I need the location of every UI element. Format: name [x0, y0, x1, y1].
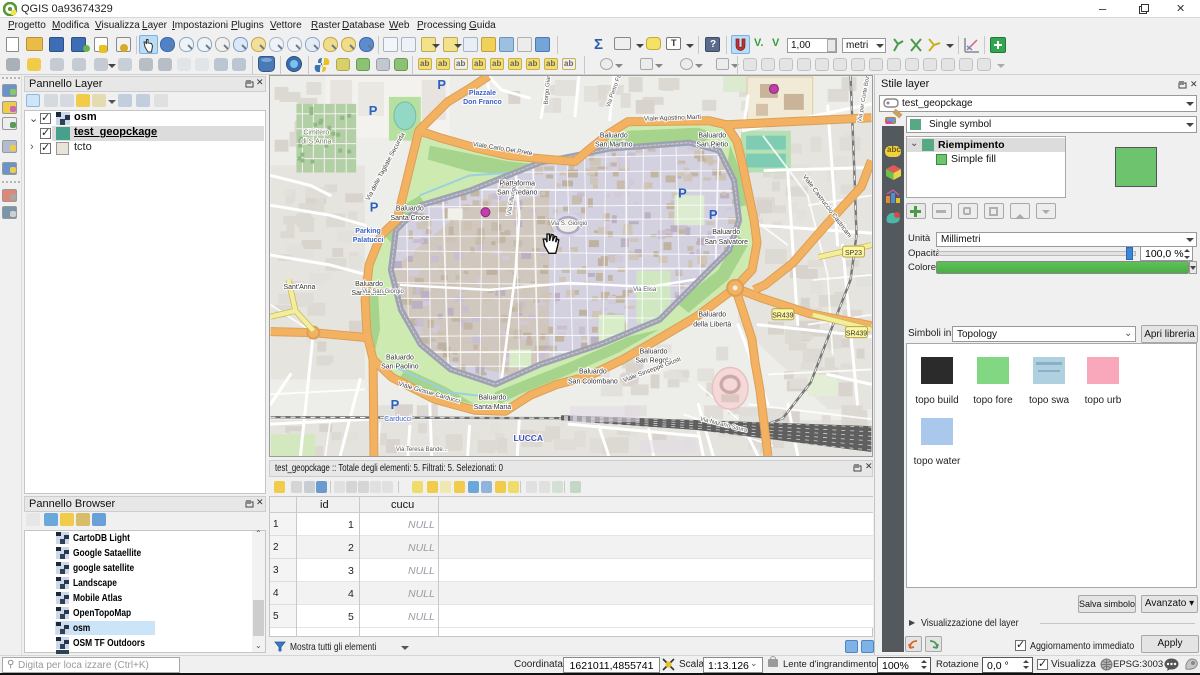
svg-text:San Salvatore: San Salvatore [704, 239, 748, 246]
svg-text:Baluardo: Baluardo [355, 281, 383, 288]
svg-text:Via Teresa Bande...: Via Teresa Bande... [396, 447, 448, 453]
svg-text:San Fredano: San Fredano [497, 189, 537, 196]
svg-text:Baluardo: Baluardo [698, 312, 726, 319]
svg-text:San Colombano: San Colombano [568, 378, 618, 385]
svg-text:LUCCA: LUCCA [513, 433, 543, 443]
svg-text:P: P [709, 207, 718, 222]
svg-text:Plazzale: Plazzale [469, 90, 496, 97]
svg-text:Baluardo: Baluardo [712, 229, 740, 236]
svg-text:Santa Maria: Santa Maria [474, 404, 512, 411]
svg-text:di S.Anna: di S.Anna [301, 139, 331, 146]
svg-text:Baluardo: Baluardo [579, 368, 607, 375]
svg-text:Don Franco: Don Franco [463, 99, 502, 106]
svg-text:Baluardo: Baluardo [396, 205, 424, 212]
svg-text:Parking: Parking [355, 228, 381, 235]
svg-text:Baluardo: Baluardo [386, 355, 414, 362]
svg-text:P: P [369, 103, 378, 118]
svg-text:SP23: SP23 [845, 250, 862, 257]
svg-text:San Martino: San Martino [595, 142, 633, 149]
svg-text:SR439: SR439 [846, 331, 867, 338]
svg-text:San Paolino: San Paolino [381, 363, 419, 370]
svg-text:P: P [437, 77, 446, 92]
svg-text:Baluardo: Baluardo [640, 349, 668, 356]
svg-text:San Pietio: San Pietio [696, 142, 728, 149]
svg-text:Palatucci: Palatucci [353, 237, 384, 244]
svg-text:Sant'Anna: Sant'Anna [283, 284, 315, 291]
svg-text:SR439: SR439 [772, 313, 793, 320]
svg-text:Via Elisa: Via Elisa [633, 287, 657, 293]
svg-text:Via S. Giorgio: Via S. Giorgio [551, 221, 588, 227]
svg-text:Santa Croce: Santa Croce [391, 215, 430, 222]
svg-text:della Libertà: della Libertà [693, 322, 731, 329]
svg-text:Cimitero: Cimitero [303, 130, 329, 137]
svg-text:P: P [391, 397, 400, 412]
svg-text:Baluardo: Baluardo [600, 133, 628, 140]
svg-text:P: P [678, 185, 687, 200]
svg-text:Via San Giorgio: Via San Giorgio [362, 289, 404, 295]
svg-text:Carducci: Carducci [384, 416, 412, 423]
svg-text:Baluardo: Baluardo [698, 133, 726, 140]
svg-text:P: P [370, 199, 379, 214]
svg-text:Baluardo: Baluardo [478, 394, 506, 401]
